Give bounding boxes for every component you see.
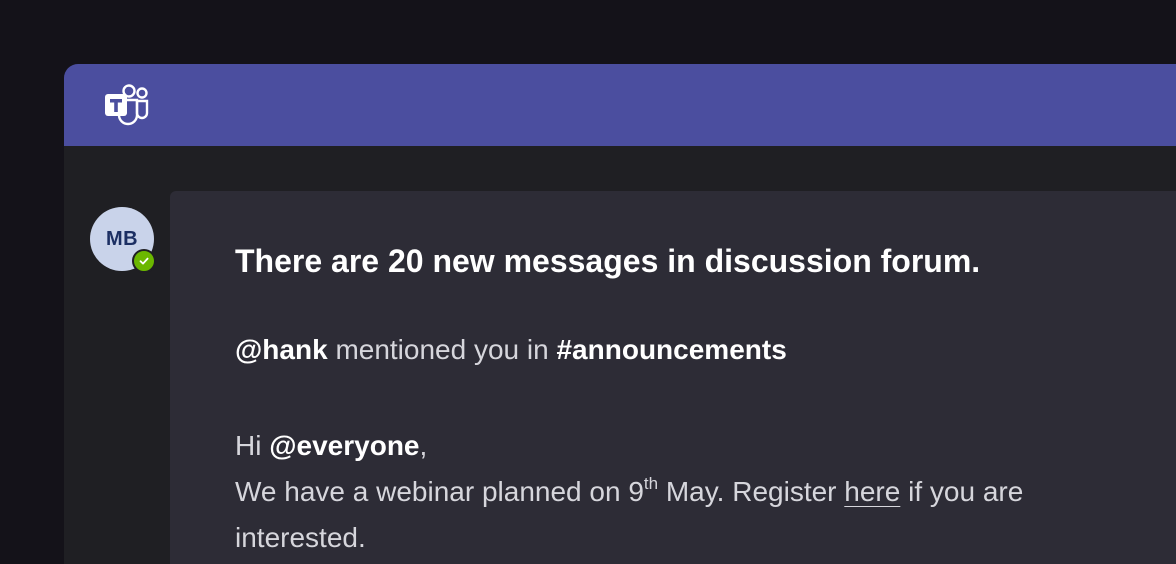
body-part2: May. Register bbox=[665, 476, 837, 507]
greeting-mention[interactable]: @everyone bbox=[269, 430, 419, 461]
webinar-line: We have a webinar planned on 9th May. Re… bbox=[235, 469, 1175, 515]
message-body: Hi @everyone, We have a webinar planned … bbox=[235, 423, 1175, 561]
greeting-line: Hi @everyone, bbox=[235, 423, 1175, 469]
body-part4: interested. bbox=[235, 522, 366, 553]
mention-line: @hank mentioned you in #announcements bbox=[235, 331, 1175, 369]
greeting-suffix: , bbox=[419, 430, 428, 461]
presence-available-icon bbox=[132, 249, 156, 273]
message-content: There are 20 new messages in discussion … bbox=[235, 239, 1175, 561]
mention-user[interactable]: @hank bbox=[235, 334, 328, 365]
body-part3: if you are bbox=[908, 476, 1024, 507]
webinar-line-2: interested. bbox=[235, 515, 1175, 561]
greeting-prefix: Hi bbox=[235, 430, 262, 461]
mention-channel[interactable]: #announcements bbox=[556, 334, 786, 365]
message-card: There are 20 new messages in discussion … bbox=[170, 191, 1176, 564]
date-superscript: th bbox=[643, 474, 659, 493]
check-icon bbox=[139, 257, 149, 265]
body-part1: We have a webinar planned on 9 bbox=[235, 476, 644, 507]
register-link[interactable]: here bbox=[844, 476, 900, 507]
microsoft-teams-icon[interactable] bbox=[104, 84, 150, 126]
app-titlebar bbox=[64, 64, 1176, 146]
teams-window: MB There are 20 new messages in discussi… bbox=[64, 64, 1176, 564]
mention-text: mentioned you in bbox=[335, 334, 549, 365]
avatar-initials: MB bbox=[105, 227, 139, 250]
message-headline: There are 20 new messages in discussion … bbox=[235, 243, 981, 279]
